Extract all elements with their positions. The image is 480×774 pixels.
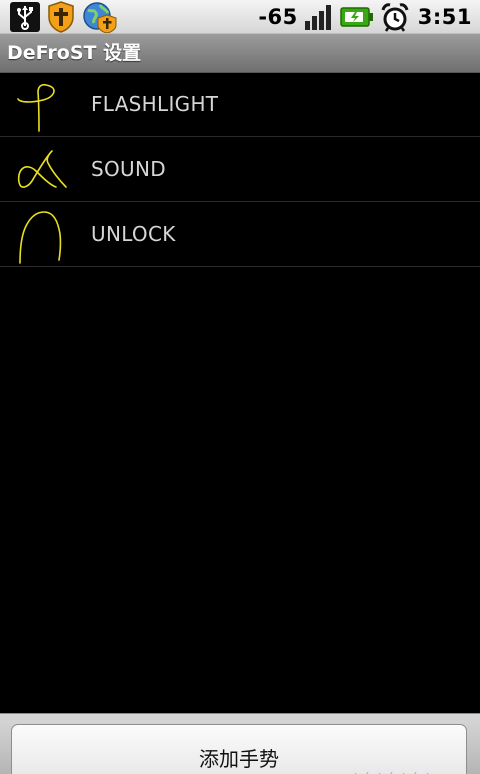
gesture-label: SOUND bbox=[91, 157, 166, 181]
title-bar: DeFroST 设置 bbox=[0, 34, 480, 73]
globe-shield-icon[interactable] bbox=[82, 1, 118, 33]
gesture-alpha-icon bbox=[12, 141, 72, 199]
overscroll-glow bbox=[350, 764, 430, 774]
usb-icon[interactable] bbox=[10, 1, 40, 32]
system-icons: -65 3:51 bbox=[258, 0, 472, 33]
status-bar: -65 3:51 bbox=[0, 0, 480, 34]
gesture-p-icon bbox=[12, 76, 72, 134]
alarm-clock-icon bbox=[380, 2, 410, 32]
screen: -65 3:51 DeFroST 设置 FLASHLIGHT SOUND UNL… bbox=[0, 0, 480, 774]
signal-bars-icon bbox=[304, 3, 334, 31]
clock-text: 3:51 bbox=[417, 4, 472, 29]
gesture-list: FLASHLIGHT SOUND UNLOCK bbox=[0, 72, 480, 267]
gesture-label: UNLOCK bbox=[91, 222, 176, 246]
list-item-flashlight[interactable]: FLASHLIGHT bbox=[0, 72, 480, 137]
page-title: DeFroST 设置 bbox=[7, 42, 142, 64]
gesture-label: FLASHLIGHT bbox=[91, 92, 219, 116]
list-item-sound[interactable]: SOUND bbox=[0, 137, 480, 202]
list-item-unlock[interactable]: UNLOCK bbox=[0, 202, 480, 267]
notification-icons bbox=[10, 0, 118, 33]
battery-charging-icon bbox=[340, 6, 374, 28]
shield-cross-icon[interactable] bbox=[47, 0, 75, 33]
gesture-arch-icon bbox=[12, 206, 72, 264]
signal-strength-text: -65 bbox=[258, 4, 298, 29]
